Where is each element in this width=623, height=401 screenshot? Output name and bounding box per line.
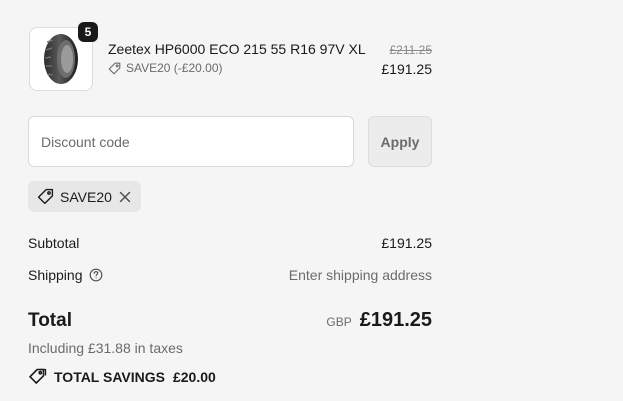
shipping-label: Shipping — [28, 267, 83, 283]
original-price: £211.25 — [389, 43, 433, 57]
total-label: Total — [28, 310, 72, 331]
subtotal-value: £191.25 — [381, 235, 432, 251]
total-savings-label: TOTAL SAVINGS — [54, 368, 165, 385]
tyre-icon — [41, 32, 81, 86]
tag-icon — [108, 62, 121, 75]
shipping-value: Enter shipping address — [288, 267, 432, 283]
savings-tag-icon — [28, 368, 47, 385]
quantity-badge: 5 — [78, 22, 98, 42]
total-savings: TOTAL SAVINGS £20.00 — [28, 368, 216, 385]
order-summary: 5 Zeetex HP6000 ECO 215 55 R16 97V XL SA… — [0, 0, 623, 401]
close-icon — [119, 191, 131, 203]
tag-icon — [37, 188, 54, 205]
help-circle-icon[interactable] — [89, 268, 103, 282]
product-discount-text: SAVE20 (-£20.00) — [126, 61, 223, 75]
subtotal-label: Subtotal — [28, 235, 80, 251]
discount-code-input[interactable] — [28, 116, 354, 167]
product-title: Zeetex HP6000 ECO 215 55 R16 97V XL — [108, 41, 366, 57]
shipping-row-label: Shipping — [28, 267, 103, 283]
product-discount: SAVE20 (-£20.00) — [108, 61, 223, 75]
applied-discount-chip: SAVE20 — [28, 181, 141, 212]
taxes-note: Including £31.88 in taxes — [28, 340, 183, 356]
total-savings-value: £20.00 — [172, 368, 216, 385]
discounted-price: £191.25 — [381, 61, 432, 77]
apply-button[interactable]: Apply — [368, 116, 432, 167]
remove-discount-button[interactable] — [118, 190, 132, 204]
currency-code: GBP — [326, 315, 352, 329]
applied-discount-label: SAVE20 — [60, 188, 112, 205]
total-amount: £191.25 — [359, 309, 432, 331]
total-value-group: GBP £191.25 — [326, 309, 432, 332]
